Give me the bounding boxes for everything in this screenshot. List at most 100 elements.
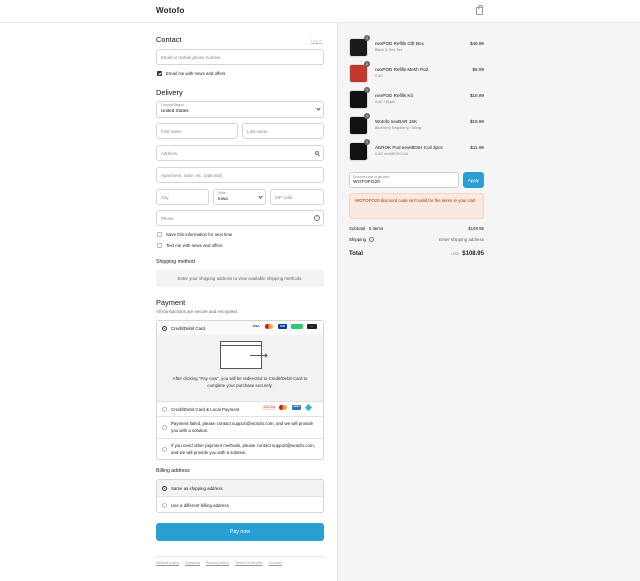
- subtotal-value: $108.95: [468, 226, 484, 231]
- billing-different-radio[interactable]: [162, 503, 167, 508]
- subtotal-row: Subtotal · 5 items $108.95: [349, 226, 484, 231]
- footer-links: Refund policy Shipping Privacy policy Terms…: [156, 556, 324, 565]
- jcb-icon: JCB: [278, 324, 287, 329]
- email-placeholder: Email or mobile phone number: [161, 55, 221, 60]
- city-field[interactable]: City: [156, 189, 209, 205]
- terms-link[interactable]: Terms of service: [235, 561, 263, 565]
- currency-code: USD: [451, 252, 460, 256]
- visa-icon: VISA: [252, 324, 260, 328]
- cart-item: 1 AEROK Pod nexMESH Coil 3pcs 0.8Ω nexME…: [349, 139, 484, 164]
- product-variant: 0.8Ω / Black: [375, 100, 395, 104]
- payment-option-card[interactable]: Credit/Debit Card VISA JCB ···: [157, 321, 323, 336]
- shipping-link[interactable]: Shipping: [185, 561, 200, 565]
- save-info-checkbox[interactable]: [157, 232, 162, 237]
- zip-placeholder: ZIP code: [275, 195, 293, 200]
- failed-radio[interactable]: [162, 425, 167, 430]
- payment-heading: Payment: [156, 298, 186, 307]
- last-name-field[interactable]: Last name: [242, 123, 324, 139]
- brand-logo[interactable]: Wotofo: [156, 6, 185, 15]
- quantity-badge: 1: [364, 35, 370, 41]
- subtotal-label: Subtotal · 5 items: [349, 226, 384, 231]
- card-radio[interactable]: [162, 326, 167, 331]
- discount-value: WOTOFO20: [353, 180, 380, 185]
- failed-text: Payment failed, please contact support@w…: [171, 421, 314, 433]
- country-select[interactable]: Country/Region United States: [156, 101, 324, 118]
- info-icon[interactable]: [369, 237, 375, 243]
- total-value: $108.95: [462, 251, 484, 257]
- quantity-badge: 1: [364, 139, 370, 145]
- product-variant: 0.8Ω nexMESH Coil: [375, 152, 408, 156]
- product-name: Wotofo nexBAR 16K: [375, 119, 418, 124]
- wallet-icon: [304, 403, 314, 412]
- discount-input[interactable]: Discount code or gift card WOTOFO20: [349, 172, 459, 188]
- billing-different-option[interactable]: Use a different billing address: [157, 496, 323, 513]
- billing-same-option[interactable]: Same as shipping address: [157, 480, 323, 496]
- discount-warning-text: WOTOFO20 discount code isn't valid for t…: [355, 198, 476, 203]
- product-variant: 0.4Ω: [375, 74, 383, 78]
- address-field[interactable]: Address: [156, 145, 324, 161]
- pay-now-button[interactable]: Pay now: [156, 523, 324, 541]
- card-redirect-panel: After clicking "Pay now", you will be re…: [157, 335, 323, 401]
- other-radio[interactable]: [162, 447, 167, 452]
- product-name: AEROK Pod nexMESH Coil 3pcs: [375, 145, 443, 150]
- help-icon[interactable]: ?: [314, 215, 320, 221]
- text-news-checkbox[interactable]: [157, 243, 162, 248]
- save-info-label: Save this information for next time: [166, 232, 233, 237]
- product-price: $16.99: [469, 93, 484, 98]
- product-name: nexPOD Refills Mesh Pod: [375, 67, 429, 72]
- refund-policy-link[interactable]: Refund policy: [156, 561, 179, 565]
- privacy-policy-link[interactable]: Privacy policy: [206, 561, 229, 565]
- first-name-field[interactable]: First name: [156, 123, 238, 139]
- product-name: nexPOD Refills Gift Box: [375, 41, 424, 46]
- city-placeholder: City: [161, 195, 169, 200]
- shipping-method-heading: Shipping method: [156, 259, 195, 265]
- product-price: $19.99: [469, 119, 484, 124]
- shipping-method-message: Enter your shipping address to view avai…: [156, 270, 324, 287]
- card-local-radio[interactable]: [162, 407, 167, 412]
- discount-label: Discount code or gift card: [353, 175, 390, 179]
- more-cards-icon: ···: [307, 324, 317, 329]
- product-variant: Blueberry Raspberry / 50mg: [375, 126, 422, 130]
- phone-placeholder: Phone: [161, 216, 174, 221]
- cart-item: 1 nexPOD Refills Kit 0.8Ω / Black $16.99: [349, 87, 484, 112]
- apartment-field[interactable]: Apartment, suite, etc. (optional): [156, 167, 324, 183]
- total-label: Total: [349, 251, 363, 257]
- quantity-badge: 1: [364, 113, 370, 119]
- shopping-bag-icon[interactable]: [476, 5, 483, 15]
- shipping-row: Shipping Enter shipping address: [349, 237, 484, 243]
- country-value: United States: [161, 108, 189, 113]
- product-price: $9.99: [472, 67, 485, 72]
- product-name: nexPOD Refills Kit: [375, 93, 413, 98]
- last-name-placeholder: Last name: [247, 129, 268, 134]
- billing-same-radio[interactable]: [162, 486, 167, 491]
- email-news-label: Email me with news and offers: [166, 71, 226, 76]
- quantity-badge: 1: [364, 61, 370, 67]
- email-news-checkbox[interactable]: [157, 71, 162, 76]
- first-name-placeholder: First name: [161, 129, 182, 134]
- product-price: $49.99: [469, 41, 484, 46]
- shipping-value: Enter shipping address: [439, 237, 484, 242]
- country-label: Country/Region: [161, 103, 184, 107]
- contact-link[interactable]: Contact: [269, 561, 282, 565]
- zip-field[interactable]: ZIP code: [270, 189, 324, 205]
- login-link[interactable]: Log in: [311, 38, 322, 43]
- phone-field[interactable]: Phone ?: [156, 210, 324, 226]
- redirect-text: After clicking "Pay now", you will be re…: [172, 376, 308, 388]
- payment-option-other[interactable]: If you need other payment methods, pleas…: [157, 438, 323, 460]
- billing-different-label: Use a different billing address: [171, 503, 229, 508]
- text-news-label: Text me with news and offers: [166, 243, 223, 248]
- card-network-icon: [291, 324, 303, 329]
- top-header: Wotofo: [0, 0, 640, 23]
- discover-icon: DISCOVER: [263, 405, 276, 410]
- state-select[interactable]: State Iowa: [213, 189, 266, 205]
- discount-warning: WOTOFO20 discount code isn't valid for t…: [349, 193, 484, 219]
- payment-option-card-local[interactable]: Credit/Debit Card & Local Payment DISCOV…: [157, 401, 323, 416]
- apply-discount-button[interactable]: Apply: [463, 172, 484, 188]
- quantity-badge: 1: [364, 87, 370, 93]
- billing-same-label: Same as shipping address: [171, 486, 223, 491]
- payment-option-failed[interactable]: Payment failed, please contact support@w…: [157, 416, 323, 438]
- apartment-placeholder: Apartment, suite, etc. (optional): [161, 173, 223, 178]
- cart-item: 1 Wotofo nexBAR 16K Blueberry Raspberry …: [349, 113, 484, 138]
- mastercard-icon: [265, 324, 274, 329]
- email-field[interactable]: Email or mobile phone number: [156, 49, 324, 65]
